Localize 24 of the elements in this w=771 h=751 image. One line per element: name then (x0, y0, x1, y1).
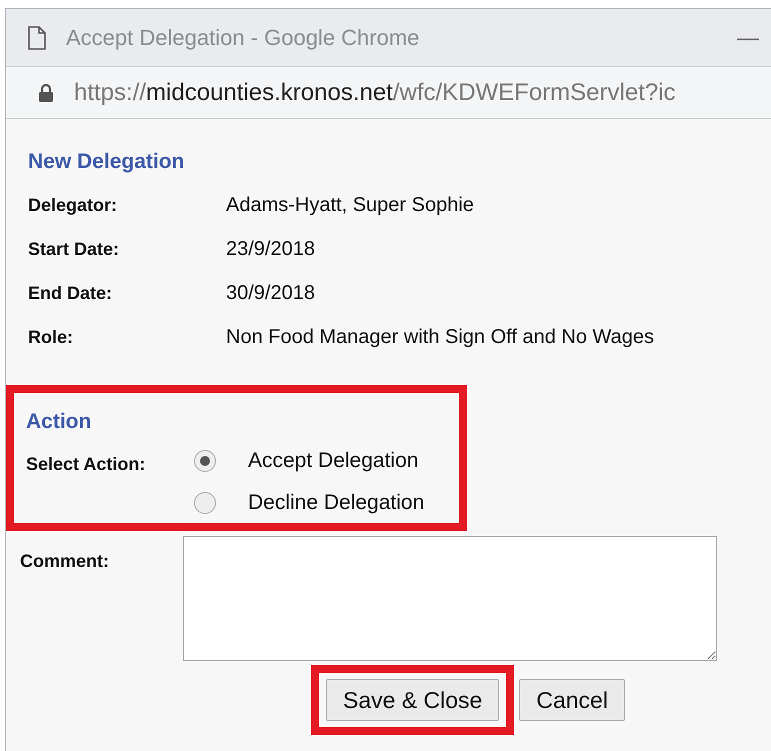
radio-label[interactable]: Accept Delegation (248, 445, 418, 477)
field-label: Select Action: (26, 453, 146, 476)
field-label: Role: (28, 326, 74, 348)
field-value: 23/9/2018 (226, 237, 315, 262)
comment-field[interactable] (183, 536, 717, 661)
field-value: Adams-Hyatt, Super Sophie (226, 193, 474, 218)
dialog-button[interactable]: Save & Close (326, 679, 500, 721)
dialog-button[interactable]: Cancel (519, 679, 625, 721)
window-title: Accept Delegation - Google Chrome (66, 24, 420, 52)
field-label: Delegator: (28, 194, 118, 217)
field-value: Non Food Manager with Sign Off and No Wages (226, 325, 654, 350)
page-icon (28, 26, 46, 50)
field-value: 30/9/2018 (226, 281, 315, 306)
field-label: Comment: (20, 550, 110, 573)
url-text[interactable]: https://midcounties.kronos.net/wfc/KDWEFormServlet?ic (74, 74, 676, 110)
field-label: End Date: (28, 282, 114, 304)
radio-button[interactable] (194, 492, 216, 514)
section-heading: New Delegation (28, 149, 186, 175)
section-heading: Action (26, 409, 92, 435)
field-label: Start Date: (28, 238, 120, 260)
radio-label[interactable]: Decline Delegation (248, 487, 424, 519)
minimize-button[interactable]: — (737, 21, 759, 54)
radio-button[interactable] (194, 450, 216, 472)
lock-icon (38, 82, 54, 102)
